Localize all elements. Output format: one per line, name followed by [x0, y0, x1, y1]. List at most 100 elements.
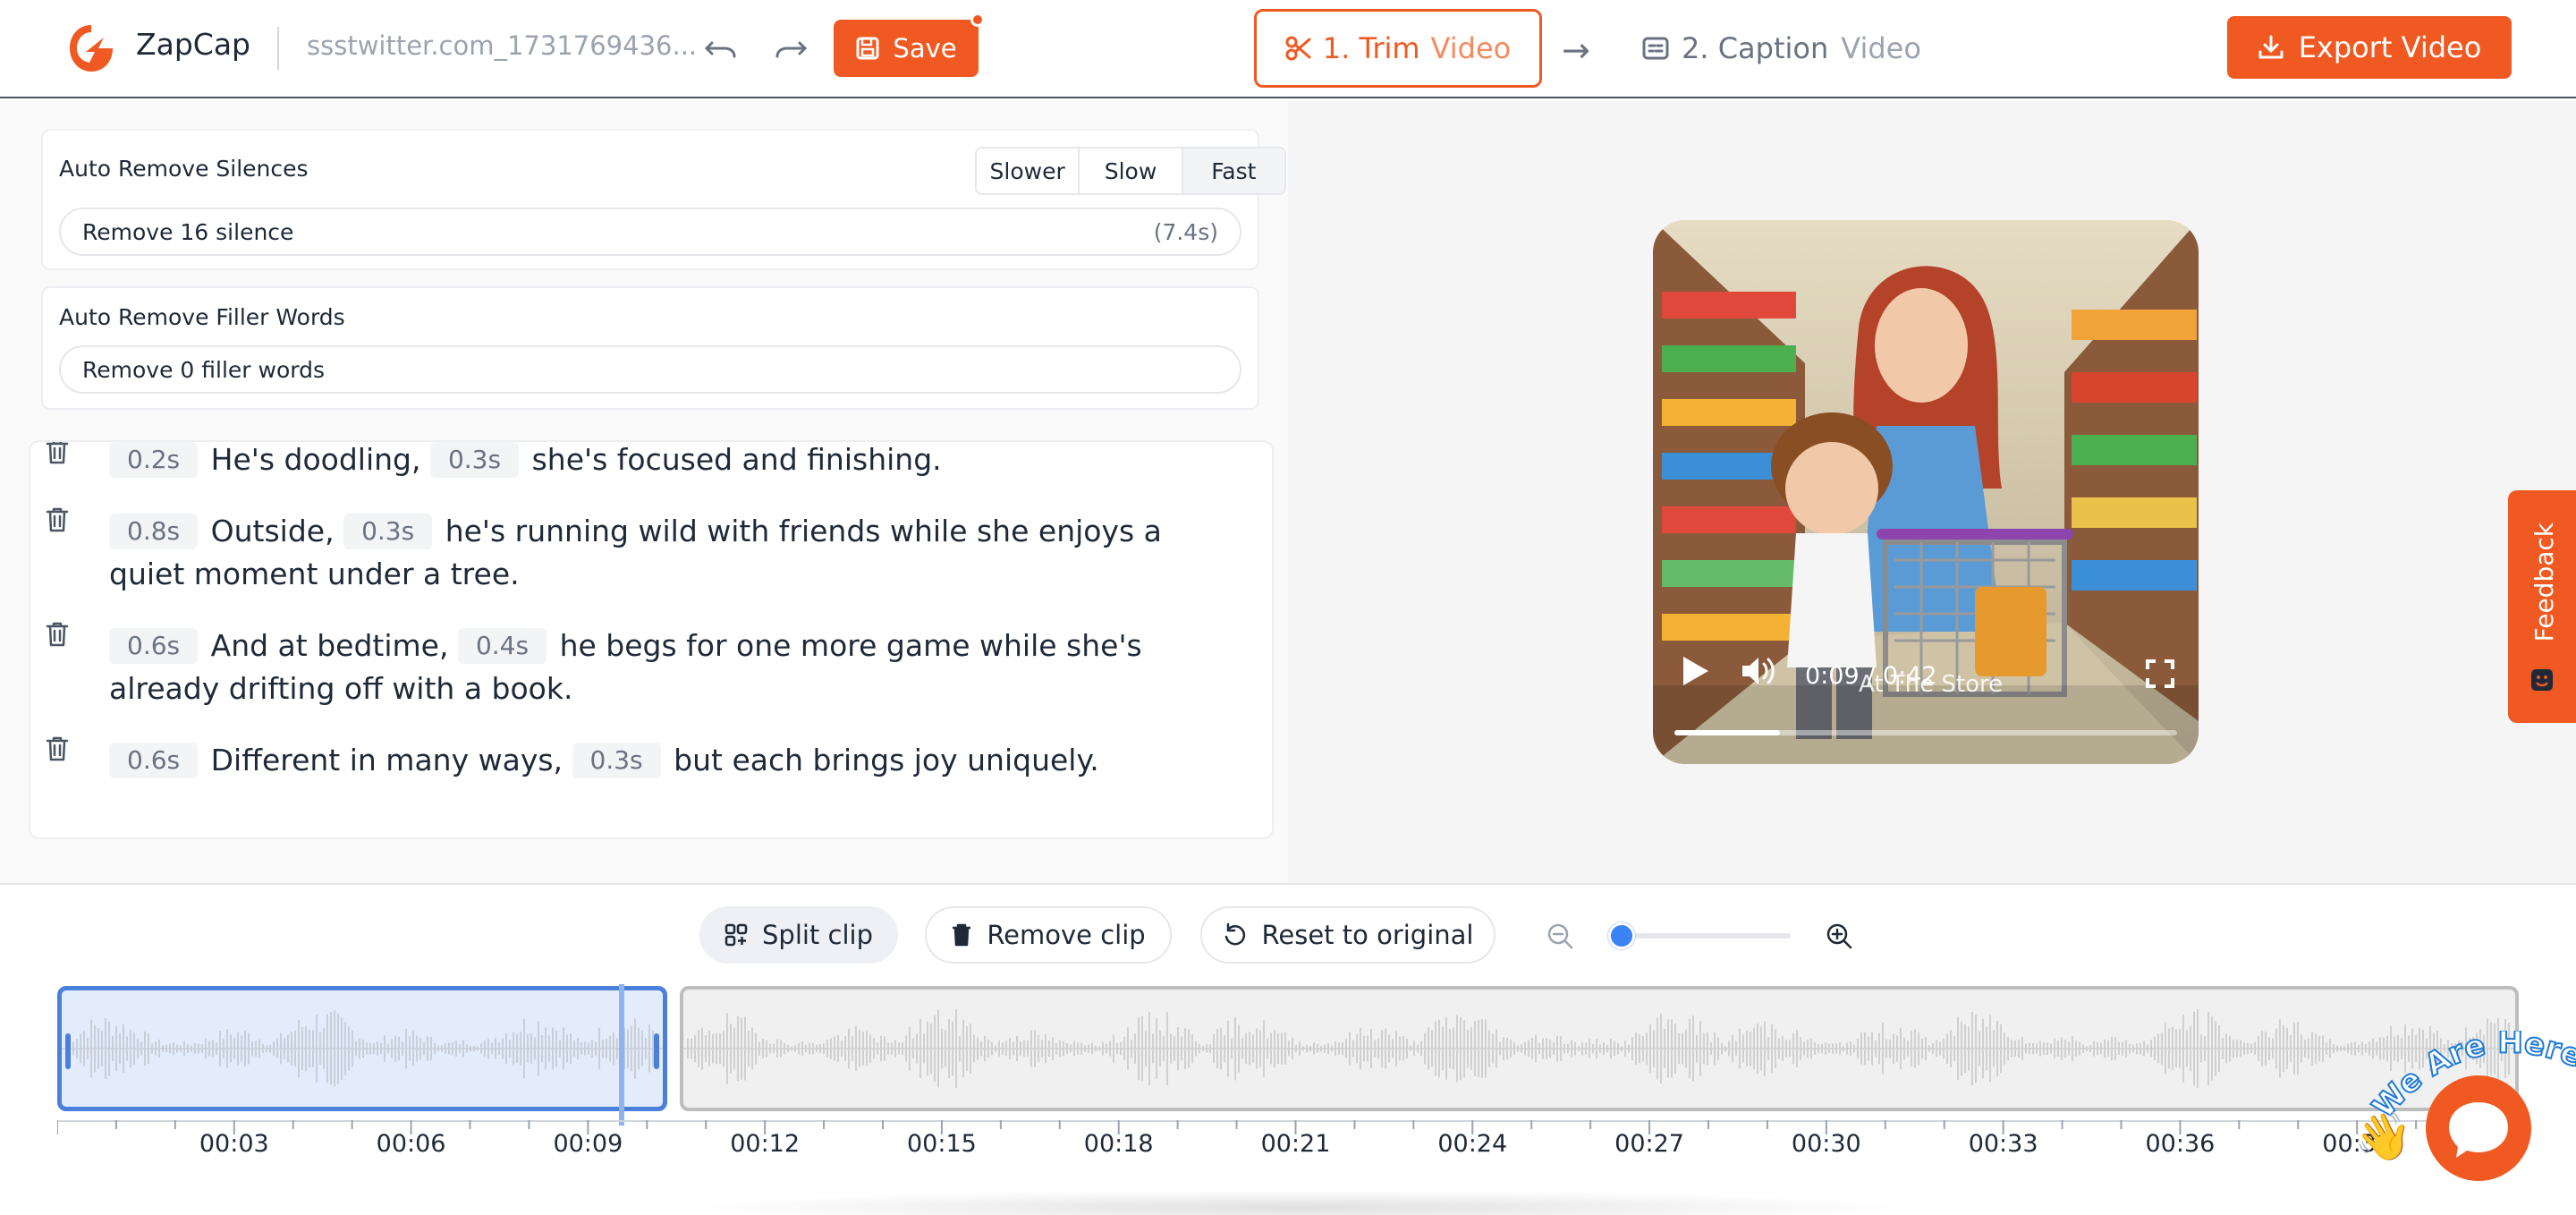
time-tick-label: 00:27	[1614, 1130, 1684, 1158]
reset-to-original-button[interactable]: Reset to original	[1200, 906, 1496, 964]
zoom-out-icon[interactable]	[1546, 922, 1574, 950]
time-tick-label: 00:30	[1791, 1130, 1861, 1158]
silence-gap-chip[interactable]: 0.4s	[457, 628, 547, 664]
step2-word: Video	[1841, 31, 1921, 65]
time-tick-label: 00:18	[1083, 1130, 1154, 1158]
download-icon	[2258, 35, 2284, 59]
undo-icon[interactable]	[703, 32, 739, 64]
transcript-line[interactable]: 0.8s Outside, 0.3s he's running wild wit…	[109, 510, 1245, 596]
speed-selector: Slower Slow Fast	[975, 147, 1286, 195]
step2-number: 2. Caption	[1682, 31, 1829, 65]
video-caption: At The Store	[1859, 671, 2004, 698]
transcript-line[interactable]: 0.2s He's doodling, 0.3s she's focused a…	[109, 442, 1245, 481]
step1-word: Video	[1430, 31, 1512, 65]
split-icon	[724, 923, 748, 947]
split-clip-button[interactable]: Split clip	[699, 906, 898, 964]
silence-gap-chip[interactable]: 0.2s	[109, 442, 199, 478]
reset-label: Reset to original	[1261, 920, 1474, 950]
chat-bubble-icon	[2449, 1102, 2508, 1158]
transcript-text[interactable]: Different in many ways,	[211, 743, 563, 777]
silence-gap-chip[interactable]: 0.3s	[572, 743, 661, 778]
export-video-button[interactable]: Export Video	[2227, 16, 2512, 79]
video-progress-track[interactable]	[1674, 730, 2177, 735]
zoom-slider-track[interactable]	[1619, 933, 1791, 939]
auto-remove-fillers-card: Auto Remove Filler Words Remove 0 filler…	[41, 286, 1259, 410]
silence-gap-chip[interactable]: 0.6s	[109, 743, 199, 778]
remove-fillers-label: Remove 0 filler words	[82, 356, 325, 383]
silences-title: Auto Remove Silences	[59, 156, 309, 182]
transcript-text[interactable]: but each brings joy uniquely.	[674, 743, 1099, 777]
scissors-icon	[1285, 36, 1311, 61]
remove-silence-button[interactable]: Remove 16 silence (7.4s)	[59, 208, 1241, 256]
video-player[interactable]: 0:09 / 0:42 At The Store	[1653, 220, 2199, 764]
feedback-tab[interactable]: Feedback	[2508, 490, 2576, 723]
clip-start-handle[interactable]	[65, 1033, 71, 1069]
silence-gap-chip[interactable]: 0.8s	[109, 514, 199, 549]
video-progress-fill	[1674, 730, 1781, 735]
zapcap-logo-icon	[70, 25, 113, 72]
speed-slower-button[interactable]: Slower	[977, 149, 1080, 193]
clip-end-handle[interactable]	[654, 1033, 659, 1069]
file-name[interactable]: ssstwitter.com_1731769436...	[307, 30, 697, 61]
remove-clip-label: Remove clip	[987, 920, 1146, 950]
bottom-shadow	[680, 1190, 1914, 1215]
reset-icon	[1224, 922, 1245, 946]
trash-icon[interactable]	[45, 735, 70, 762]
selected-clip[interactable]	[57, 986, 667, 1111]
auto-remove-silences-card: Auto Remove Silences Slower Slow Fast Re…	[41, 129, 1286, 270]
remaining-clip[interactable]	[680, 986, 2519, 1111]
remove-clip-button[interactable]: Remove clip	[925, 906, 1172, 964]
save-label: Save	[893, 33, 957, 64]
trash-icon[interactable]	[45, 621, 70, 648]
time-tick-label: 00:06	[376, 1130, 446, 1158]
time-tick-label: 00:12	[730, 1130, 801, 1158]
unsaved-indicator	[970, 13, 985, 27]
transcript-panel: 0.2s He's doodling, 0.3s she's focused a…	[29, 440, 1274, 839]
waving-hand-icon: 👋	[2354, 1110, 2412, 1164]
export-label: Export Video	[2298, 30, 2482, 64]
fullscreen-icon[interactable]	[2145, 658, 2175, 689]
transcript-text[interactable]: Outside,	[211, 514, 335, 548]
redo-icon[interactable]	[773, 32, 809, 64]
time-tick-label: 00:03	[199, 1130, 269, 1158]
feedback-label: Feedback	[2529, 523, 2559, 642]
step-caption-video[interactable]: 2. Caption Video	[1642, 20, 1921, 77]
header-divider	[277, 27, 279, 70]
transcript-text[interactable]: He's doodling,	[211, 442, 421, 477]
transcript-line[interactable]: 0.6s Different in many ways, 0.3s but ea…	[109, 739, 1245, 782]
transcript-line[interactable]: 0.6s And at bedtime, 0.4s he begs for on…	[109, 624, 1245, 710]
step-trim-video[interactable]: 1. Trim Video	[1254, 9, 1542, 88]
trash-icon	[953, 923, 971, 947]
speed-fast-button[interactable]: Fast	[1182, 149, 1284, 193]
save-button[interactable]: Save	[834, 20, 979, 77]
play-icon[interactable]	[1680, 653, 1712, 689]
time-tick-label: 00:21	[1260, 1130, 1331, 1158]
time-tick-label: 00:36	[2145, 1130, 2216, 1158]
transcript-text[interactable]: And at bedtime,	[211, 628, 449, 663]
volume-icon[interactable]	[1739, 653, 1778, 689]
silence-duration: (7.4s)	[1153, 218, 1218, 245]
speed-slow-button[interactable]: Slow	[1080, 149, 1183, 193]
smile-icon	[2531, 669, 2553, 691]
time-tick-label: 00:09	[553, 1130, 623, 1158]
zoom-slider-handle[interactable]	[1608, 922, 1635, 949]
trash-icon[interactable]	[45, 440, 70, 465]
transcript-text[interactable]: she's focused and finishing.	[532, 442, 942, 477]
fillers-title: Auto Remove Filler Words	[59, 304, 345, 330]
remove-silence-label: Remove 16 silence	[82, 218, 294, 245]
brand-name: ZapCap	[136, 27, 250, 62]
silence-gap-chip[interactable]: 0.3s	[343, 514, 433, 549]
waveform-selected	[62, 1010, 663, 1087]
zoom-in-icon[interactable]	[1825, 922, 1853, 950]
save-icon	[856, 37, 879, 60]
trash-icon[interactable]	[45, 506, 70, 533]
silence-gap-chip[interactable]: 0.3s	[429, 442, 520, 478]
remove-fillers-button[interactable]: Remove 0 filler words	[59, 345, 1241, 394]
chat-widget-button[interactable]	[2426, 1075, 2531, 1181]
playhead[interactable]	[619, 984, 624, 1126]
step1-number: 1. Trim	[1322, 31, 1420, 65]
silence-gap-chip[interactable]: 0.6s	[109, 628, 199, 664]
step-arrow: →	[1562, 30, 1590, 70]
top-bar: ZapCap ssstwitter.com_1731769436... Save…	[0, 0, 2576, 98]
split-clip-label: Split clip	[762, 920, 873, 950]
